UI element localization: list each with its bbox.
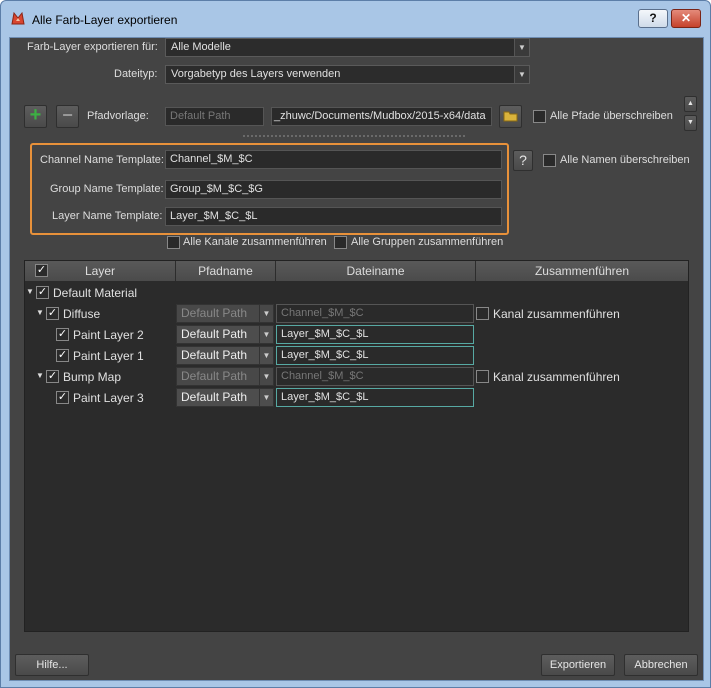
row-name: Bump Map — [63, 370, 122, 384]
chevron-down-icon: ▼ — [259, 305, 273, 322]
header-pfadname[interactable]: Pfadname — [176, 261, 276, 281]
row-path-value: Default Path — [181, 306, 248, 320]
row-path-value: Default Path — [181, 327, 248, 341]
title-close-button[interactable]: ✕ — [671, 9, 701, 28]
header-layer-label: Layer — [84, 264, 116, 278]
row-name: Diffuse — [63, 307, 101, 321]
overwrite-paths-label: Alle Pfade überschreiben — [550, 110, 673, 122]
layer-table: ✓ Layer Pfadname Dateiname Zusammenführe… — [24, 260, 689, 632]
path-input[interactable]: _zhuwc/Documents/Mudbox/2015-x64/data — [271, 107, 492, 126]
path-template-label: Pfadvorlage: — [87, 110, 149, 122]
table-row: ✓ Paint Layer 1 Default Path ▼ Layer_$M_$… — [25, 345, 688, 366]
row-file-input[interactable]: Layer_$M_$C_$L — [276, 388, 474, 407]
folder-icon — [503, 111, 517, 122]
row-path-value: Default Path — [181, 369, 248, 383]
table-row: ▼ ✓ Bump Map Default Path ▼ Channel_$M_$C… — [25, 366, 688, 387]
chevron-up-icon: ▲ — [687, 100, 694, 107]
group-template-label: Group Name Template: — [50, 183, 164, 195]
browse-folder-button[interactable] — [499, 105, 522, 128]
row-path-select[interactable]: Default Path ▼ — [176, 388, 274, 407]
minus-icon: − — [62, 105, 73, 125]
table-row: ▼ ✓ Diffuse Default Path ▼ Channel_$M_$C … — [25, 303, 688, 324]
expand-triangle-icon[interactable]: ▼ — [26, 287, 34, 296]
add-button[interactable]: + — [24, 105, 47, 128]
row-path-select[interactable]: Default Path ▼ — [176, 346, 274, 365]
filetype-select[interactable]: Vorgabetyp des Layers verwenden ▼ — [165, 65, 530, 84]
merge-all-groups-checkbox[interactable] — [334, 236, 347, 249]
chevron-down-icon: ▼ — [687, 119, 694, 126]
chevron-down-icon: ▼ — [259, 389, 273, 406]
overwrite-names-label: Alle Namen überschreiben — [560, 154, 690, 166]
cancel-button[interactable]: Abbrechen — [624, 654, 698, 676]
select-all-checkbox[interactable]: ✓ — [35, 264, 48, 277]
row-name: Paint Layer 1 — [73, 349, 144, 363]
expand-triangle-icon[interactable]: ▼ — [36, 308, 44, 317]
row-name: Paint Layer 3 — [73, 391, 144, 405]
row-checkbox[interactable]: ✓ — [36, 286, 49, 299]
row-merge-checkbox[interactable] — [476, 370, 489, 383]
remove-button[interactable]: − — [56, 105, 79, 128]
channel-template-label: Channel Name Template: — [40, 154, 164, 166]
table-row: ✓ Paint Layer 2 Default Path ▼ Layer_$M_$… — [25, 324, 688, 345]
row-path-select[interactable]: Default Path ▼ — [176, 304, 274, 323]
layer-template-input[interactable]: Layer_$M_$C_$L — [165, 207, 502, 226]
template-help-button[interactable]: ? — [513, 150, 533, 171]
row-checkbox[interactable]: ✓ — [46, 370, 59, 383]
header-layer[interactable]: ✓ Layer — [25, 261, 176, 281]
row-path-value: Default Path — [181, 348, 248, 362]
group-template-input[interactable]: Group_$M_$C_$G — [165, 180, 502, 199]
title-bar: Alle Farb-Layer exportieren ? ✕ — [1, 1, 710, 37]
overwrite-paths-checkbox[interactable] — [533, 110, 546, 123]
export-for-value: Alle Modelle — [171, 41, 231, 53]
table-row: ▼ ✓ Default Material — [25, 282, 688, 303]
row-path-value: Default Path — [181, 390, 248, 404]
row-checkbox[interactable]: ✓ — [56, 391, 69, 404]
dialog-window: Alle Farb-Layer exportieren ? ✕ Farb-Lay… — [0, 0, 711, 688]
scroll-up-button[interactable]: ▲ — [684, 96, 697, 112]
help-button[interactable]: Hilfe... — [15, 654, 89, 676]
row-checkbox[interactable]: ✓ — [56, 328, 69, 341]
scroll-down-button[interactable]: ▼ — [684, 115, 697, 131]
row-file-input[interactable]: Channel_$M_$C — [276, 367, 474, 386]
layer-template-label: Layer Name Template: — [52, 210, 163, 222]
row-merge-checkbox[interactable] — [476, 307, 489, 320]
row-checkbox[interactable]: ✓ — [56, 349, 69, 362]
row-path-select[interactable]: Default Path ▼ — [176, 367, 274, 386]
merge-all-groups-label: Alle Gruppen zusammenführen — [351, 236, 504, 248]
filetype-label: Dateityp: — [114, 68, 158, 80]
overwrite-names-checkbox[interactable] — [543, 154, 556, 167]
header-zusammenfuehren[interactable]: Zusammenführen — [476, 261, 688, 281]
filetype-value: Vorgabetyp des Layers verwenden — [171, 68, 341, 80]
chevron-down-icon: ▼ — [259, 326, 273, 343]
mudbox-app-icon — [11, 11, 25, 25]
plus-icon: + — [29, 104, 42, 126]
path-template-input[interactable]: Default Path — [165, 107, 264, 126]
row-file-input[interactable]: Channel_$M_$C — [276, 304, 474, 323]
table-row: ✓ Paint Layer 3 Default Path ▼ Layer_$M_$… — [25, 387, 688, 408]
channel-template-input[interactable]: Channel_$M_$C — [165, 150, 502, 169]
export-for-label: Farb-Layer exportieren für: — [27, 41, 158, 53]
row-checkbox[interactable]: ✓ — [46, 307, 59, 320]
header-dateiname[interactable]: Dateiname — [276, 261, 476, 281]
dialog-client: Farb-Layer exportieren für: Alle Modelle… — [9, 37, 704, 681]
row-merge-label: Kanal zusammenführen — [493, 307, 620, 321]
merge-all-channels-checkbox[interactable] — [167, 236, 180, 249]
chevron-down-icon: ▼ — [259, 347, 273, 364]
row-merge-label: Kanal zusammenführen — [493, 370, 620, 384]
chevron-down-icon: ▼ — [259, 368, 273, 385]
chevron-down-icon: ▼ — [514, 66, 529, 83]
title-help-button[interactable]: ? — [638, 9, 668, 28]
export-button[interactable]: Exportieren — [541, 654, 615, 676]
row-file-input[interactable]: Layer_$M_$C_$L — [276, 325, 474, 344]
row-name: Paint Layer 2 — [73, 328, 144, 342]
merge-all-channels-label: Alle Kanäle zusammenführen — [183, 236, 327, 248]
window-title: Alle Farb-Layer exportieren — [32, 13, 178, 27]
expand-triangle-icon[interactable]: ▼ — [36, 371, 44, 380]
row-path-select[interactable]: Default Path ▼ — [176, 325, 274, 344]
splitter-handle[interactable] — [243, 135, 465, 137]
row-name: Default Material — [53, 286, 138, 300]
chevron-down-icon: ▼ — [514, 39, 529, 56]
row-file-input[interactable]: Layer_$M_$C_$L — [276, 346, 474, 365]
export-for-select[interactable]: Alle Modelle ▼ — [165, 38, 530, 57]
